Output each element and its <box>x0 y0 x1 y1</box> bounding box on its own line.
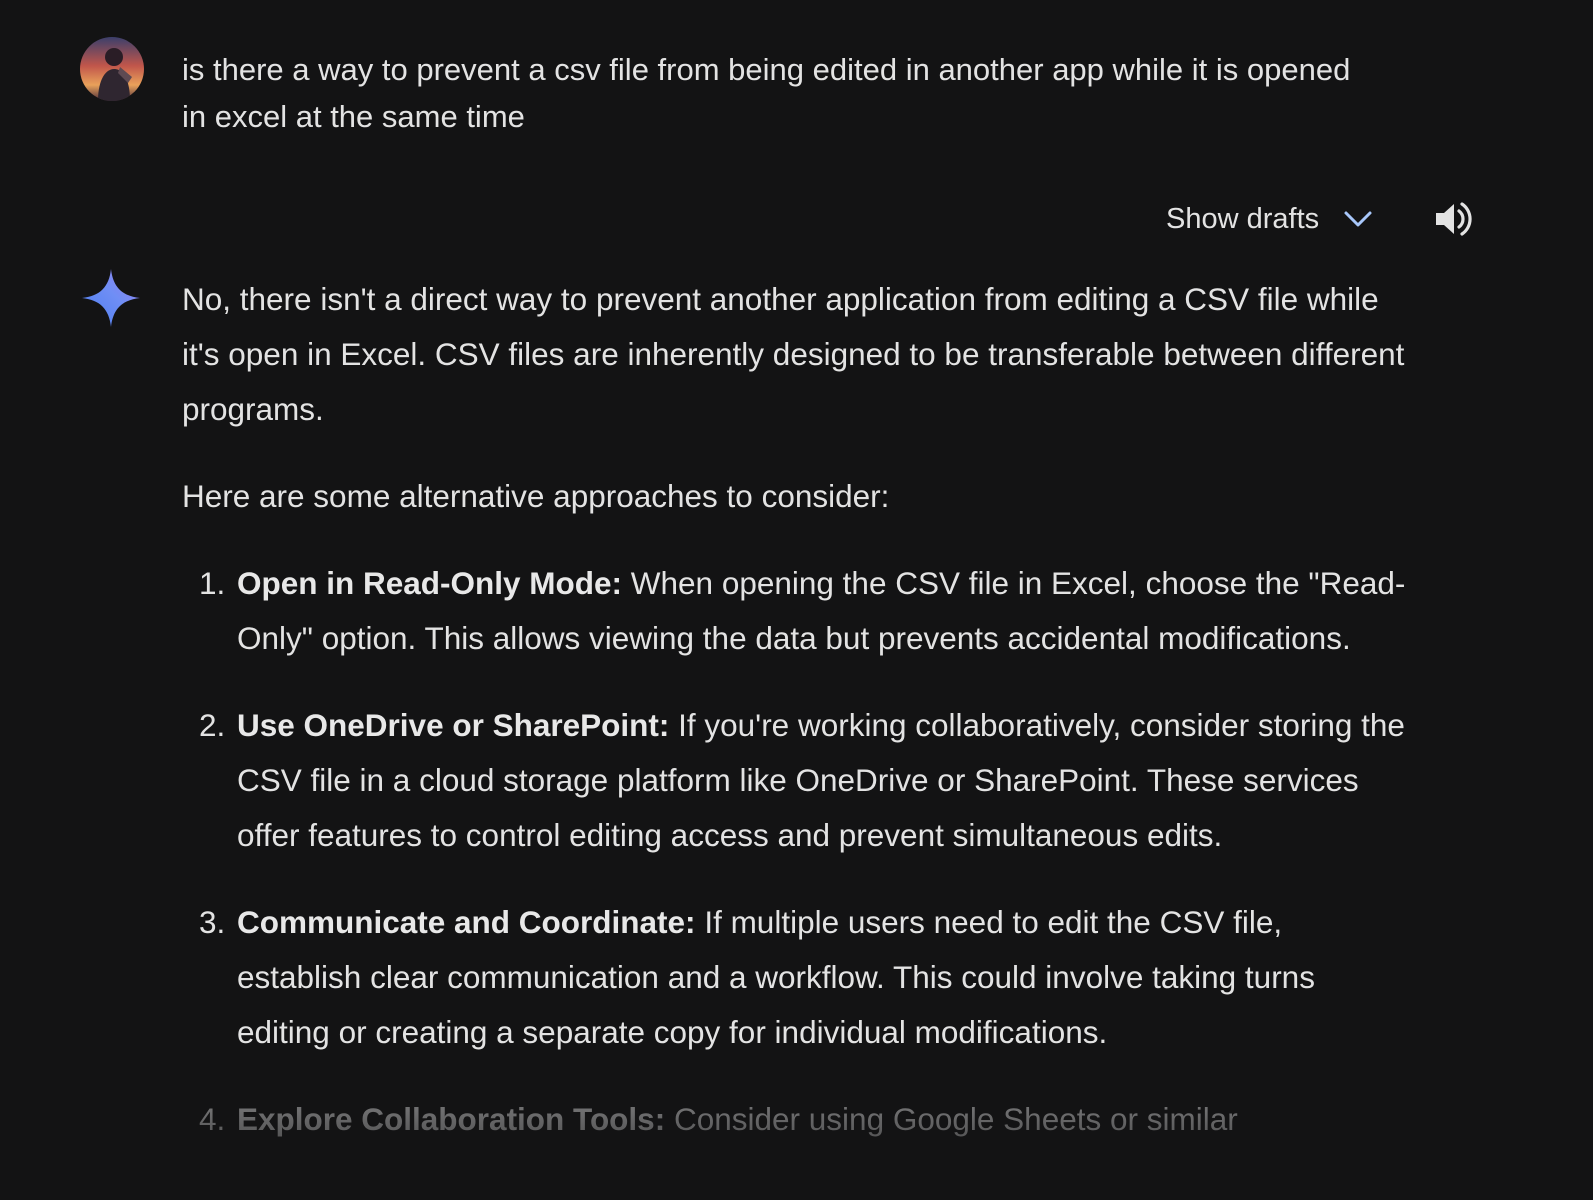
list-item: 1. Open in Read-Only Mode: When opening t… <box>182 556 1412 666</box>
gemini-spark-icon <box>80 267 142 329</box>
model-response: No, there isn't a direct way to prevent … <box>182 272 1412 1179</box>
show-drafts-label: Show drafts <box>1166 202 1320 235</box>
read-aloud-button[interactable] <box>1428 194 1478 244</box>
user-avatar[interactable] <box>80 37 144 101</box>
show-drafts-button[interactable]: Show drafts <box>1166 196 1373 242</box>
list-item: 2. Use OneDrive or SharePoint: If you're … <box>182 698 1412 863</box>
user-query-text: is there a way to prevent a csv file fro… <box>182 52 1351 134</box>
list-item-number: 3. <box>199 904 226 940</box>
chevron-down-icon <box>1343 209 1373 229</box>
list-item-number: 4. <box>199 1101 226 1137</box>
user-avatar-image <box>80 37 144 101</box>
response-lead-in: Here are some alternative approaches to … <box>182 478 890 514</box>
response-intro: No, there isn't a direct way to prevent … <box>182 281 1405 427</box>
volume-icon <box>1436 202 1472 236</box>
list-item: 3. Communicate and Coordinate: If multipl… <box>182 895 1412 1060</box>
list-item: 4. Explore Collaboration Tools: Consider … <box>182 1092 1412 1147</box>
list-item-title: Use OneDrive or SharePoint: <box>237 707 670 743</box>
approaches-list: 1. Open in Read-Only Mode: When opening t… <box>182 556 1412 1147</box>
list-item-text: Consider using Google Sheets or similar <box>673 1101 1238 1137</box>
list-item-title: Communicate and Coordinate: <box>237 904 696 940</box>
list-item-number: 2. <box>199 707 226 743</box>
list-item-number: 1. <box>199 565 226 601</box>
list-item-title: Explore Collaboration Tools: <box>237 1101 666 1137</box>
chat-page: is there a way to prevent a csv file fro… <box>0 0 1593 1200</box>
list-item-title: Open in Read-Only Mode: <box>237 565 623 601</box>
